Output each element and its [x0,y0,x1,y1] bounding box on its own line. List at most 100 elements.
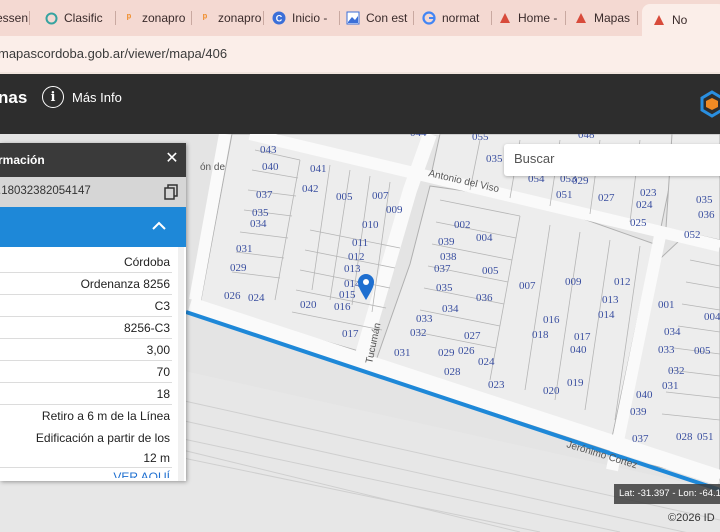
lot-number: 023 [488,379,505,391]
street-label: ón de [200,162,225,173]
lot-number: 028 [676,431,693,443]
lot-number: 039 [438,236,455,248]
map-attribution: ©2026 ID [668,512,715,524]
browser-tab[interactable]: Mapas [574,6,638,30]
attribute-value: 70 [156,365,170,379]
lot-number: 012 [348,251,365,263]
attribute-list: Córdoba Ordenanza 8256 C3 8256-C3 3,00 7… [0,247,186,478]
info-icon: i [42,86,64,108]
lot-number: 001 [658,299,675,311]
lot-number: 043 [260,144,277,156]
lot-number: 010 [362,219,379,231]
panel-title: rmación [0,153,45,167]
browser-tab[interactable]: ᵖ zonapro [198,6,264,30]
lot-number: 025 [630,217,647,229]
panel-scrollbar[interactable] [178,247,184,481]
image-icon [346,11,360,25]
browser-tab[interactable]: essen [0,6,30,30]
browser-tab-bar: essen Clasific ᵖ zonapro ᵖ zonapro C Ini… [0,0,720,36]
lot-number: 024 [478,356,495,368]
tab-label: Con est [366,11,408,25]
more-info-button[interactable]: i Más Info [42,86,122,108]
lot-number: 035 [486,153,503,165]
lot-number: 029 [230,262,247,274]
browser-tab[interactable]: Home - [498,6,566,30]
tab-label: No [672,13,688,27]
section-header[interactable] [0,207,186,247]
browser-tab[interactable]: ᵖ zonapro [122,6,192,30]
lot-number: 034 [664,326,681,338]
lot-number: 013 [602,294,619,306]
url-text[interactable]: mapascordoba.gob.ar/viewer/mapa/406 [0,46,227,61]
lot-number: 031 [394,347,411,359]
lot-number: 051 [697,431,714,443]
coordinate-row: .18032382054147 [0,177,186,207]
lot-number: 055 [472,134,489,143]
map-icon [652,13,666,27]
search-input[interactable] [514,151,714,166]
lot-number: 042 [302,183,319,195]
browser-tab[interactable]: normat [422,6,492,30]
attribute-row: Edificación a partir de los [0,427,172,447]
lot-number: 014 [598,309,615,321]
lot-number: 041 [310,163,327,175]
address-bar[interactable]: mapascordoba.gob.ar/viewer/mapa/406 [0,36,720,72]
lot-number: 037 [434,263,451,275]
lot-number: 017 [342,328,359,340]
lot-number: 036 [476,292,493,304]
attribute-row: 3,00 [0,339,172,361]
lot-number: 035 [696,194,713,206]
attribute-value: 12 m [143,451,170,465]
lot-number: 005 [694,345,711,357]
tab-label: normat [442,11,480,25]
copy-icon[interactable] [164,184,178,200]
see-here-link[interactable]: VER AQUÍ [0,468,172,478]
lot-number: 024 [636,199,653,211]
attribute-value: Córdoba [123,255,170,269]
chevron-up-icon[interactable] [150,217,168,235]
key-icon: ᵖ [202,12,208,24]
lot-number: 011 [352,237,368,249]
lot-number: 034 [250,218,267,230]
lot-number: 016 [334,301,351,313]
browser-tab-active[interactable]: No [642,4,720,36]
attribute-value: 18 [156,387,170,401]
lot-number: 019 [567,377,584,389]
attribute-row: Ordenanza 8256 [0,273,172,295]
attribute-row: 70 [0,361,172,383]
lot-number: 033 [658,344,675,356]
browser-tab[interactable]: Con est [346,6,414,30]
lot-number: 038 [440,251,457,263]
coordinate-value: .18032382054147 [0,185,91,197]
browser-tab[interactable]: C Inicio - [272,6,340,30]
app-header: nas i Más Info [0,74,720,134]
lot-number: 026 [458,345,475,357]
lot-number: 032 [668,365,685,377]
lot-number: 004 [476,232,493,244]
lot-number: 018 [532,329,549,341]
lot-number: 040 [262,161,279,173]
lot-number: 031 [236,243,253,255]
browser-tab[interactable]: Clasific [44,6,116,30]
search-box[interactable] [504,144,720,176]
logo-icon [700,90,720,118]
lot-number: 004 [704,311,720,323]
lot-number: 020 [543,385,560,397]
lot-number: 048 [578,134,595,141]
lot-number: 033 [416,313,433,325]
lot-number: 009 [565,276,582,288]
lot-number: 039 [630,406,647,418]
more-info-label: Más Info [72,89,122,105]
attribute-value: Ordenanza 8256 [80,277,170,291]
svg-text:C: C [276,14,283,24]
attribute-value: Retiro a 6 m de la Línea [41,409,170,423]
close-icon[interactable]: ✕ [162,149,182,169]
attribute-value: 8256-C3 [123,321,170,335]
lot-number: 012 [614,276,631,288]
google-icon [422,11,436,25]
lot-number: 002 [454,219,471,231]
lot-number: 005 [482,265,499,277]
lot-number: 037 [632,433,649,445]
lot-number: 028 [444,366,461,378]
c-icon: C [272,11,286,25]
